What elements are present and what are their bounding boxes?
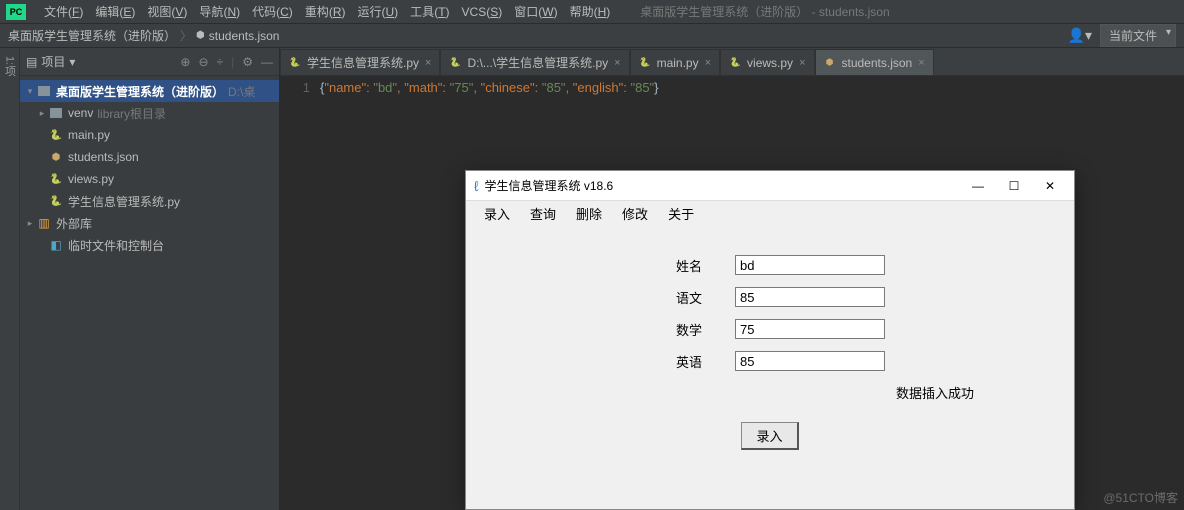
json-icon: ⬢ xyxy=(824,57,836,69)
breadcrumb-file[interactable]: students.json xyxy=(209,29,280,43)
status-message: 数据插入成功 xyxy=(506,383,1034,402)
python-icon: 🐍 xyxy=(729,57,741,69)
breadcrumb-project[interactable]: 桌面版学生管理系统（进阶版） xyxy=(8,27,176,44)
tab-views-py[interactable]: 🐍views.py× xyxy=(720,49,814,75)
menubar: PC 文件(F) 编辑(E) 视图(V) 导航(N) 代码(C) 重构(R) 运… xyxy=(0,0,1184,24)
python-icon: 🐍 xyxy=(48,194,64,208)
chevron-right-icon: 〉 xyxy=(180,27,192,44)
label-name: 姓名 xyxy=(655,256,735,275)
tree-file-sims[interactable]: 🐍学生信息管理系统.py xyxy=(20,190,279,212)
label-english: 英语 xyxy=(655,352,735,371)
menu-edit[interactable]: 编辑(E) xyxy=(89,3,141,20)
tab-sims-py-2[interactable]: 🐍D:\...\学生信息管理系统.py× xyxy=(440,49,629,75)
python-icon: 🐍 xyxy=(48,128,64,142)
watermark: @51CTO博客 xyxy=(1103,489,1178,506)
scratch-icon: ◧ xyxy=(48,238,64,252)
python-icon: 🐍 xyxy=(48,172,64,186)
tab-main-py[interactable]: 🐍main.py× xyxy=(630,49,720,75)
tree-external-libs[interactable]: ▸▥外部库 xyxy=(20,212,279,234)
close-icon[interactable]: × xyxy=(614,57,620,69)
close-icon[interactable]: × xyxy=(918,57,924,69)
menu-vcs[interactable]: VCS(S) xyxy=(456,5,509,19)
close-button[interactable]: ✕ xyxy=(1034,174,1066,198)
maximize-button[interactable]: ☐ xyxy=(998,174,1030,198)
menu-refactor[interactable]: 重构(R) xyxy=(299,3,352,20)
input-name[interactable] xyxy=(735,255,885,275)
python-icon: 🐍 xyxy=(449,57,461,69)
dialog-body: 姓名 语文 数学 英语 数据插入成功 录入 xyxy=(466,225,1074,450)
gear-icon[interactable]: ⚙ xyxy=(242,55,253,69)
tree-scratches[interactable]: ◧临时文件和控制台 xyxy=(20,234,279,256)
project-tree: ▾ 桌面版学生管理系统（进阶版）D:\桌 ▸ venvlibrary根目录 🐍m… xyxy=(20,76,279,260)
menu-code[interactable]: 代码(C) xyxy=(246,3,299,20)
project-panel: ▤ 项目 ▾ ⊕ ⊖ ÷ | ⚙ — ▾ 桌面版学生管理系统（进阶版）D:\桌 … xyxy=(20,48,280,510)
menu-navigate[interactable]: 导航(N) xyxy=(193,3,246,20)
dialog-menu-modify[interactable]: 修改 xyxy=(612,204,658,223)
minimize-button[interactable]: — xyxy=(962,174,994,198)
tree-file-views[interactable]: 🐍views.py xyxy=(20,168,279,190)
label-chinese: 语文 xyxy=(655,288,735,307)
close-icon[interactable]: × xyxy=(425,57,431,69)
dialog-menu-insert[interactable]: 录入 xyxy=(474,204,520,223)
dialog-menu-query[interactable]: 查询 xyxy=(520,204,566,223)
expand-icon[interactable]: ⊕ xyxy=(180,55,190,69)
left-tool-strip[interactable]: 1:项 xyxy=(0,48,20,510)
feather-icon: ℓ xyxy=(474,178,479,194)
tree-project-root[interactable]: ▾ 桌面版学生管理系统（进阶版）D:\桌 xyxy=(20,80,279,102)
menu-window[interactable]: 窗口(W) xyxy=(508,3,563,20)
input-chinese[interactable] xyxy=(735,287,885,307)
input-english[interactable] xyxy=(735,351,885,371)
json-icon: ⬢ xyxy=(196,30,205,41)
window-title: 桌面版学生管理系统（进阶版） - students.json xyxy=(640,3,889,20)
menu-tools[interactable]: 工具(T) xyxy=(404,3,455,20)
panel-title[interactable]: ▤ 项目 ▾ xyxy=(26,53,75,70)
tab-students-json[interactable]: ⬢students.json× xyxy=(815,49,934,75)
tree-file-main[interactable]: 🐍main.py xyxy=(20,124,279,146)
editor-tabs: 🐍学生信息管理系统.py× 🐍D:\...\学生信息管理系统.py× 🐍main… xyxy=(280,48,1184,76)
tree-venv[interactable]: ▸ venvlibrary根目录 xyxy=(20,102,279,124)
line-gutter: 1 xyxy=(280,80,320,506)
library-icon: ▥ xyxy=(36,216,52,230)
student-dialog: ℓ 学生信息管理系统 v18.6 — ☐ ✕ 录入 查询 删除 修改 关于 姓名… xyxy=(465,170,1075,510)
menu-file[interactable]: 文件(F) xyxy=(38,3,89,20)
panel-header: ▤ 项目 ▾ ⊕ ⊖ ÷ | ⚙ — xyxy=(20,48,279,76)
run-config-selector[interactable]: 当前文件 xyxy=(1100,24,1176,47)
dialog-title: 学生信息管理系统 v18.6 xyxy=(485,177,962,194)
submit-button[interactable]: 录入 xyxy=(741,422,798,450)
menu-view[interactable]: 视图(V) xyxy=(141,3,193,20)
hide-icon[interactable]: — xyxy=(261,55,273,69)
dialog-menu-delete[interactable]: 删除 xyxy=(566,204,612,223)
tab-sims-py[interactable]: 🐍学生信息管理系统.py× xyxy=(280,49,440,75)
dialog-titlebar[interactable]: ℓ 学生信息管理系统 v18.6 — ☐ ✕ xyxy=(466,171,1074,201)
user-icon[interactable]: 👤▾ xyxy=(1068,27,1092,44)
divide-icon[interactable]: ÷ xyxy=(217,55,224,69)
app-logo: PC xyxy=(6,4,26,20)
dialog-menu: 录入 查询 删除 修改 关于 xyxy=(466,201,1074,225)
label-math: 数学 xyxy=(655,320,735,339)
menu-help[interactable]: 帮助(H) xyxy=(564,3,617,20)
python-icon: 🐍 xyxy=(639,57,651,69)
close-icon[interactable]: × xyxy=(799,57,805,69)
breadcrumb: 桌面版学生管理系统（进阶版） 〉 ⬢ students.json 👤▾ 当前文件 xyxy=(0,24,1184,48)
folder-icon: ▤ xyxy=(26,55,37,69)
python-icon: 🐍 xyxy=(289,57,301,69)
menu-run[interactable]: 运行(U) xyxy=(351,3,404,20)
tree-file-students[interactable]: ⬢students.json xyxy=(20,146,279,168)
input-math[interactable] xyxy=(735,319,885,339)
json-icon: ⬢ xyxy=(48,150,64,164)
collapse-icon[interactable]: ⊖ xyxy=(198,55,208,69)
close-icon[interactable]: × xyxy=(705,57,711,69)
dialog-menu-about[interactable]: 关于 xyxy=(658,204,704,223)
